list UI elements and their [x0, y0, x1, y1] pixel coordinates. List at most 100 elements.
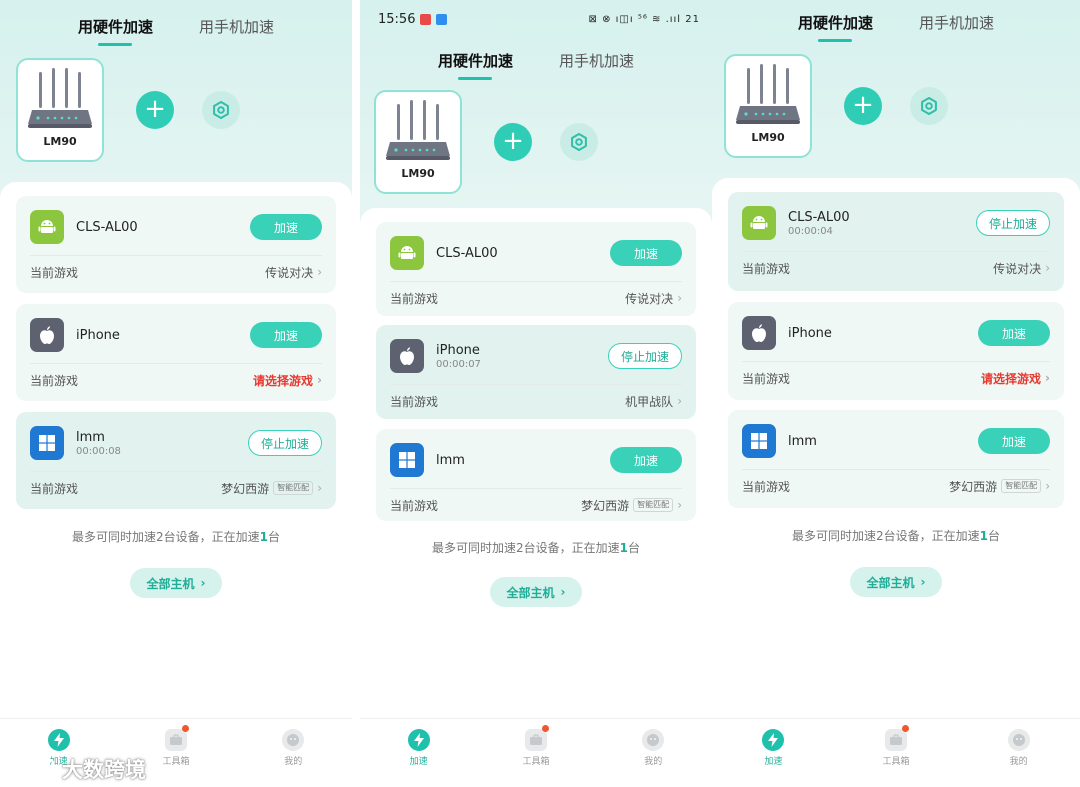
add-device-button[interactable]: +	[136, 91, 174, 129]
plus-icon: +	[144, 94, 166, 124]
game-name: 传说对决	[265, 265, 314, 280]
accel-button[interactable]: 加速	[610, 447, 682, 473]
device-name: lmm	[76, 429, 105, 445]
add-device-button[interactable]: +	[494, 123, 532, 161]
device-card: CLS-AL00 00:00:04 停止加速 当前游戏 传说对决 ›	[728, 192, 1064, 291]
accel-timer: 00:00:07	[436, 358, 481, 370]
stop-accel-button[interactable]: 停止加速	[976, 210, 1050, 236]
current-game-row[interactable]: 当前游戏 梦幻西游 智能匹配 ›	[742, 472, 1050, 500]
tab-phone-accel[interactable]: 用手机加速	[919, 12, 994, 33]
notification-icon	[420, 13, 432, 25]
settings-button[interactable]	[202, 91, 240, 129]
current-game-row[interactable]: 当前游戏 请选择游戏 ›	[742, 364, 1050, 392]
current-game-value: 传说对决 ›	[625, 290, 682, 307]
chevron-right-icon: ›	[317, 265, 322, 279]
divider	[390, 281, 682, 282]
all-hosts-button[interactable]: 全部主机 ›	[490, 577, 582, 607]
device-card: CLS-AL00 加速 当前游戏 传说对决 ›	[16, 196, 336, 293]
tab-hardware-accel[interactable]: 用硬件加速	[78, 16, 153, 37]
device-os-badge	[742, 424, 776, 458]
divider	[30, 471, 322, 472]
current-game-label: 当前游戏	[742, 371, 791, 386]
current-game-value: 机甲战队 ›	[625, 393, 682, 410]
stop-accel-button[interactable]: 停止加速	[248, 430, 322, 456]
add-device-button[interactable]: +	[844, 87, 882, 125]
game-name: 请选择游戏	[981, 371, 1042, 386]
stop-accel-button[interactable]: 停止加速	[608, 343, 682, 369]
all-hosts-button[interactable]: 全部主机 ›	[130, 568, 222, 598]
accel-limit-text: 最多可同时加速2台设备，正在加速1台	[712, 527, 1080, 544]
router-card[interactable]: LM90	[16, 58, 104, 162]
current-game-row[interactable]: 当前游戏 梦幻西游 智能匹配 ›	[390, 491, 682, 519]
all-hosts-label: 全部主机	[506, 585, 555, 600]
nav-label: 工具箱	[882, 757, 910, 767]
gear-icon	[921, 97, 937, 115]
nav-item-accelerate[interactable]: 加速	[389, 729, 449, 787]
device-row: lmm 00:00:08 停止加速	[30, 426, 322, 460]
tab-hardware-accel[interactable]: 用硬件加速	[798, 12, 873, 33]
mode-tabs: 用硬件加速 用手机加速	[360, 50, 712, 71]
game-name: 梦幻西游	[221, 481, 270, 496]
windows-icon	[751, 433, 767, 449]
accel-button[interactable]: 加速	[250, 214, 322, 240]
divider	[742, 251, 1050, 252]
accel-button[interactable]: 加速	[250, 322, 322, 348]
all-hosts-button[interactable]: 全部主机 ›	[850, 567, 942, 597]
current-game-row[interactable]: 当前游戏 传说对决 ›	[742, 254, 1050, 282]
divider	[30, 363, 322, 364]
profile-icon	[642, 729, 665, 751]
lightning-icon	[47, 729, 70, 751]
nav-item-accelerate[interactable]: 加速	[743, 729, 803, 787]
accel-limit-text: 最多可同时加速2台设备，正在加速1台	[0, 528, 352, 545]
device-name: CLS-AL00	[76, 219, 138, 235]
device-info: iPhone	[76, 328, 120, 343]
accel-button[interactable]: 加速	[978, 320, 1050, 346]
game-name: 传说对决	[993, 261, 1042, 276]
settings-button[interactable]	[560, 123, 598, 161]
nav-item-toolbox[interactable]: 工具箱	[146, 725, 206, 787]
apple-icon	[752, 324, 766, 342]
nav-label: 加速	[409, 757, 428, 767]
notification-dot	[541, 725, 549, 732]
tab-phone-accel[interactable]: 用手机加速	[559, 50, 634, 71]
current-game-row[interactable]: 当前游戏 梦幻西游 智能匹配 ›	[30, 474, 322, 502]
chevron-right-icon: ›	[677, 498, 682, 512]
nav-item-profile[interactable]: 我的	[263, 729, 323, 787]
router-card[interactable]: LM90	[374, 90, 462, 194]
limit-suffix: 台	[627, 541, 640, 555]
current-game-row[interactable]: 当前游戏 传说对决 ›	[390, 284, 682, 312]
hardware-row: LM90 +	[16, 58, 240, 162]
tab-phone-accel[interactable]: 用手机加速	[199, 16, 274, 37]
nav-item-toolbox[interactable]: 工具箱	[506, 725, 566, 787]
profile-icon	[282, 729, 305, 751]
nav-label: 加速	[764, 757, 783, 767]
limit-count: 1	[979, 529, 988, 543]
current-game-label: 当前游戏	[742, 261, 791, 276]
device-card: iPhone 00:00:07 停止加速 当前游戏 机甲战队 ›	[376, 325, 696, 419]
nav-item-profile[interactable]: 我的	[623, 729, 683, 787]
notification-dot	[181, 725, 189, 732]
limit-prefix: 最多可同时加速2台设备，正在加速	[791, 529, 980, 543]
accel-button[interactable]: 加速	[978, 428, 1050, 454]
smart-match-tag: 智能匹配	[273, 481, 314, 495]
current-game-row[interactable]: 当前游戏 机甲战队 ›	[390, 387, 682, 415]
device-name: CLS-AL00	[436, 245, 498, 261]
current-game-label: 当前游戏	[30, 265, 79, 280]
accel-timer: 00:00:08	[76, 445, 121, 457]
current-game-row[interactable]: 当前游戏 传说对决 ›	[30, 258, 322, 286]
router-card[interactable]: LM90	[724, 54, 812, 158]
notification-dot	[901, 725, 909, 732]
nav-item-profile[interactable]: 我的	[989, 729, 1049, 787]
nav-item-toolbox[interactable]: 工具箱	[866, 725, 926, 787]
limit-prefix: 最多可同时加速2台设备，正在加速	[431, 541, 620, 555]
app-screen-3: 用硬件加速 用手机加速 LM90 + CLS-AL00 00:00:04 停止加速…	[712, 0, 1080, 787]
device-info: lmm	[436, 453, 465, 468]
settings-button[interactable]	[910, 87, 948, 125]
device-row: CLS-AL00 加速	[30, 210, 322, 244]
current-game-row[interactable]: 当前游戏 请选择游戏 ›	[30, 366, 322, 394]
chevron-right-icon: ›	[677, 394, 682, 408]
status-indicators: ⊠ ⊗ ı◫ı ⁵⁶ ≋ .ııl 21	[588, 13, 700, 25]
toolbox-icon	[164, 729, 187, 751]
tab-hardware-accel[interactable]: 用硬件加速	[438, 50, 513, 71]
accel-button[interactable]: 加速	[610, 240, 682, 266]
